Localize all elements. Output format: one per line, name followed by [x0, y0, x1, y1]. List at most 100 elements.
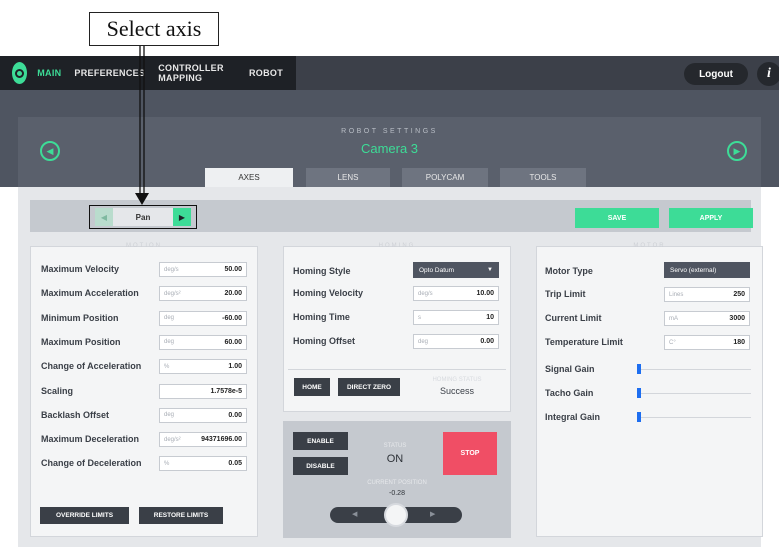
jog-right-icon[interactable]: ▶	[430, 510, 435, 518]
maximum-position-unit: deg	[164, 339, 175, 346]
tab-tools[interactable]: TOOLS	[500, 168, 586, 187]
maximum-velocity-value: 50.00	[224, 266, 242, 273]
motor-type-select[interactable]: Servo (external)	[664, 262, 750, 278]
minimum-position-field[interactable]: deg -60.00	[159, 310, 247, 326]
homing-offset-unit: deg	[418, 338, 429, 345]
override-limits-button[interactable]: OVERRIDE LIMITS	[40, 507, 129, 524]
backlash-offset-value: 0.00	[228, 411, 242, 419]
homing-velocity-unit: deg/s	[418, 290, 433, 297]
next-axis-icon[interactable]: ▶	[173, 208, 191, 226]
maximum-velocity-field[interactable]: deg/s 50.00	[159, 262, 247, 277]
integral-gain-slider[interactable]	[637, 417, 751, 418]
nav-item-main[interactable]: MAIN	[37, 68, 61, 78]
robot-settings-label: ROBOT SETTINGS	[341, 128, 438, 135]
maximum-acceleration-unit: deg/s²	[164, 290, 181, 297]
homing-time-unit: s	[418, 314, 421, 321]
current-limit-value: 3000	[729, 315, 745, 322]
backlash-offset-field[interactable]: deg 0.00	[159, 407, 247, 423]
motor-type-value: Servo (external)	[670, 266, 717, 274]
tab-polycam[interactable]: POLYCAM	[402, 168, 488, 187]
temperature-limit-unit: C°	[669, 339, 676, 346]
homing-time-value: 10	[486, 314, 494, 321]
maximum-acceleration-label: Maximum Acceleration	[41, 288, 139, 299]
current-limit-label: Current Limit	[545, 313, 602, 323]
maximum-acceleration-value: 20.00	[224, 290, 242, 298]
change-of-acceleration-unit: %	[164, 363, 170, 370]
maximum-position-value: 60.00	[224, 338, 242, 346]
change-of-deceleration-unit: %	[164, 460, 170, 467]
change-of-acceleration-field[interactable]: % 1.00	[159, 359, 247, 375]
jog-slider-knob[interactable]	[384, 503, 408, 527]
current-limit-unit: mA	[669, 315, 678, 322]
nav-item-controller-mapping[interactable]: CONTROLLER MAPPING	[158, 63, 236, 83]
homing-status-value: Success	[439, 386, 474, 396]
homing-offset-label: Homing Offset	[293, 336, 355, 346]
maximum-deceleration-label: Maximum Deceleration	[41, 434, 140, 445]
trip-limit-field[interactable]: Lines 250	[664, 287, 750, 302]
enable-button[interactable]: ENABLE	[293, 432, 348, 450]
info-icon[interactable]: i	[757, 62, 779, 86]
home-button[interactable]: HOME	[294, 378, 330, 396]
trip-limit-label: Trip Limit	[545, 289, 586, 299]
minimum-position-value: -60.00	[222, 314, 242, 322]
tacho-gain-slider-knob[interactable]	[637, 388, 641, 398]
chevron-down-icon: ▼	[487, 267, 493, 273]
disable-button[interactable]: DISABLE	[293, 457, 348, 475]
maximum-deceleration-value: 94371696.00	[201, 436, 242, 444]
app-logo-icon[interactable]	[12, 62, 28, 84]
homing-offset-field[interactable]: deg 0.00	[413, 334, 499, 349]
status-label: STATUS	[383, 443, 407, 449]
logout-button[interactable]: Logout	[684, 63, 748, 85]
previous-axis-icon[interactable]: ◀	[95, 208, 113, 226]
change-of-deceleration-field[interactable]: % 0.05	[159, 456, 247, 472]
nav-menu: MAIN PREFERENCES CONTROLLER MAPPING ROBO…	[0, 56, 296, 90]
signal-gain-slider-knob[interactable]	[637, 364, 641, 374]
integral-gain-slider-knob[interactable]	[637, 412, 641, 422]
homing-title: HOMING	[378, 243, 416, 249]
change-of-acceleration-label: Change of Acceleration	[41, 361, 142, 372]
axis-value: Pan	[113, 208, 173, 226]
current-limit-field[interactable]: mA 3000	[664, 311, 750, 326]
camera-name: Camera 3	[360, 141, 419, 156]
direct-zero-button[interactable]: DIRECT ZERO	[338, 378, 400, 396]
status-value: ON	[386, 453, 404, 465]
maximum-position-label: Maximum Position	[41, 336, 121, 347]
motor-title: MOTOR	[633, 243, 666, 249]
tacho-gain-slider[interactable]	[637, 393, 751, 394]
change-of-deceleration-value: 0.05	[228, 460, 242, 468]
restore-limits-button[interactable]: RESTORE LIMITS	[139, 507, 223, 524]
current-position-label: CURRENT POSITION	[367, 480, 427, 486]
maximum-velocity-label: Maximum Velocity	[41, 264, 120, 274]
temperature-limit-value: 180	[733, 339, 745, 346]
maximum-position-field[interactable]: deg 60.00	[159, 334, 247, 350]
homing-velocity-value: 10.00	[476, 290, 494, 297]
motor-type-label: Motor Type	[545, 266, 593, 276]
nav-item-preferences[interactable]: PREFERENCES	[74, 68, 145, 78]
stop-button[interactable]: STOP	[443, 432, 497, 475]
homing-velocity-field[interactable]: deg/s 10.00	[413, 286, 499, 301]
tacho-gain-label: Tacho Gain	[545, 388, 594, 398]
minimum-position-unit: deg	[164, 315, 175, 322]
nav-item-robot[interactable]: ROBOT	[249, 68, 283, 78]
temperature-limit-field[interactable]: C° 180	[664, 335, 750, 350]
homing-time-field[interactable]: s 10	[413, 310, 499, 325]
homing-offset-value: 0.00	[480, 338, 494, 345]
homing-style-value: Opto Datum	[419, 266, 455, 274]
save-button[interactable]: SAVE	[575, 208, 659, 228]
homing-style-select[interactable]: Opto Datum ▼	[413, 262, 499, 278]
apply-button[interactable]: APPLY	[669, 208, 753, 228]
maximum-deceleration-field[interactable]: deg/s² 94371696.00	[159, 432, 247, 448]
maximum-deceleration-unit: deg/s²	[164, 436, 181, 443]
scaling-field[interactable]: 1.7578e-5	[159, 383, 247, 399]
signal-gain-label: Signal Gain	[545, 364, 595, 374]
jog-left-icon[interactable]: ◀	[352, 510, 357, 518]
maximum-acceleration-field[interactable]: deg/s² 20.00	[159, 286, 247, 302]
tab-axes[interactable]: AXES	[205, 168, 293, 187]
homing-status-label: HOMING STATUS	[432, 377, 482, 383]
signal-gain-slider[interactable]	[637, 369, 751, 370]
scaling-value: 1.7578e-5	[210, 387, 242, 395]
homing-time-label: Homing Time	[293, 312, 350, 322]
trip-limit-value: 250	[733, 291, 745, 298]
change-of-deceleration-label: Change of Deceleration	[41, 458, 142, 469]
tab-lens[interactable]: LENS	[306, 168, 390, 187]
